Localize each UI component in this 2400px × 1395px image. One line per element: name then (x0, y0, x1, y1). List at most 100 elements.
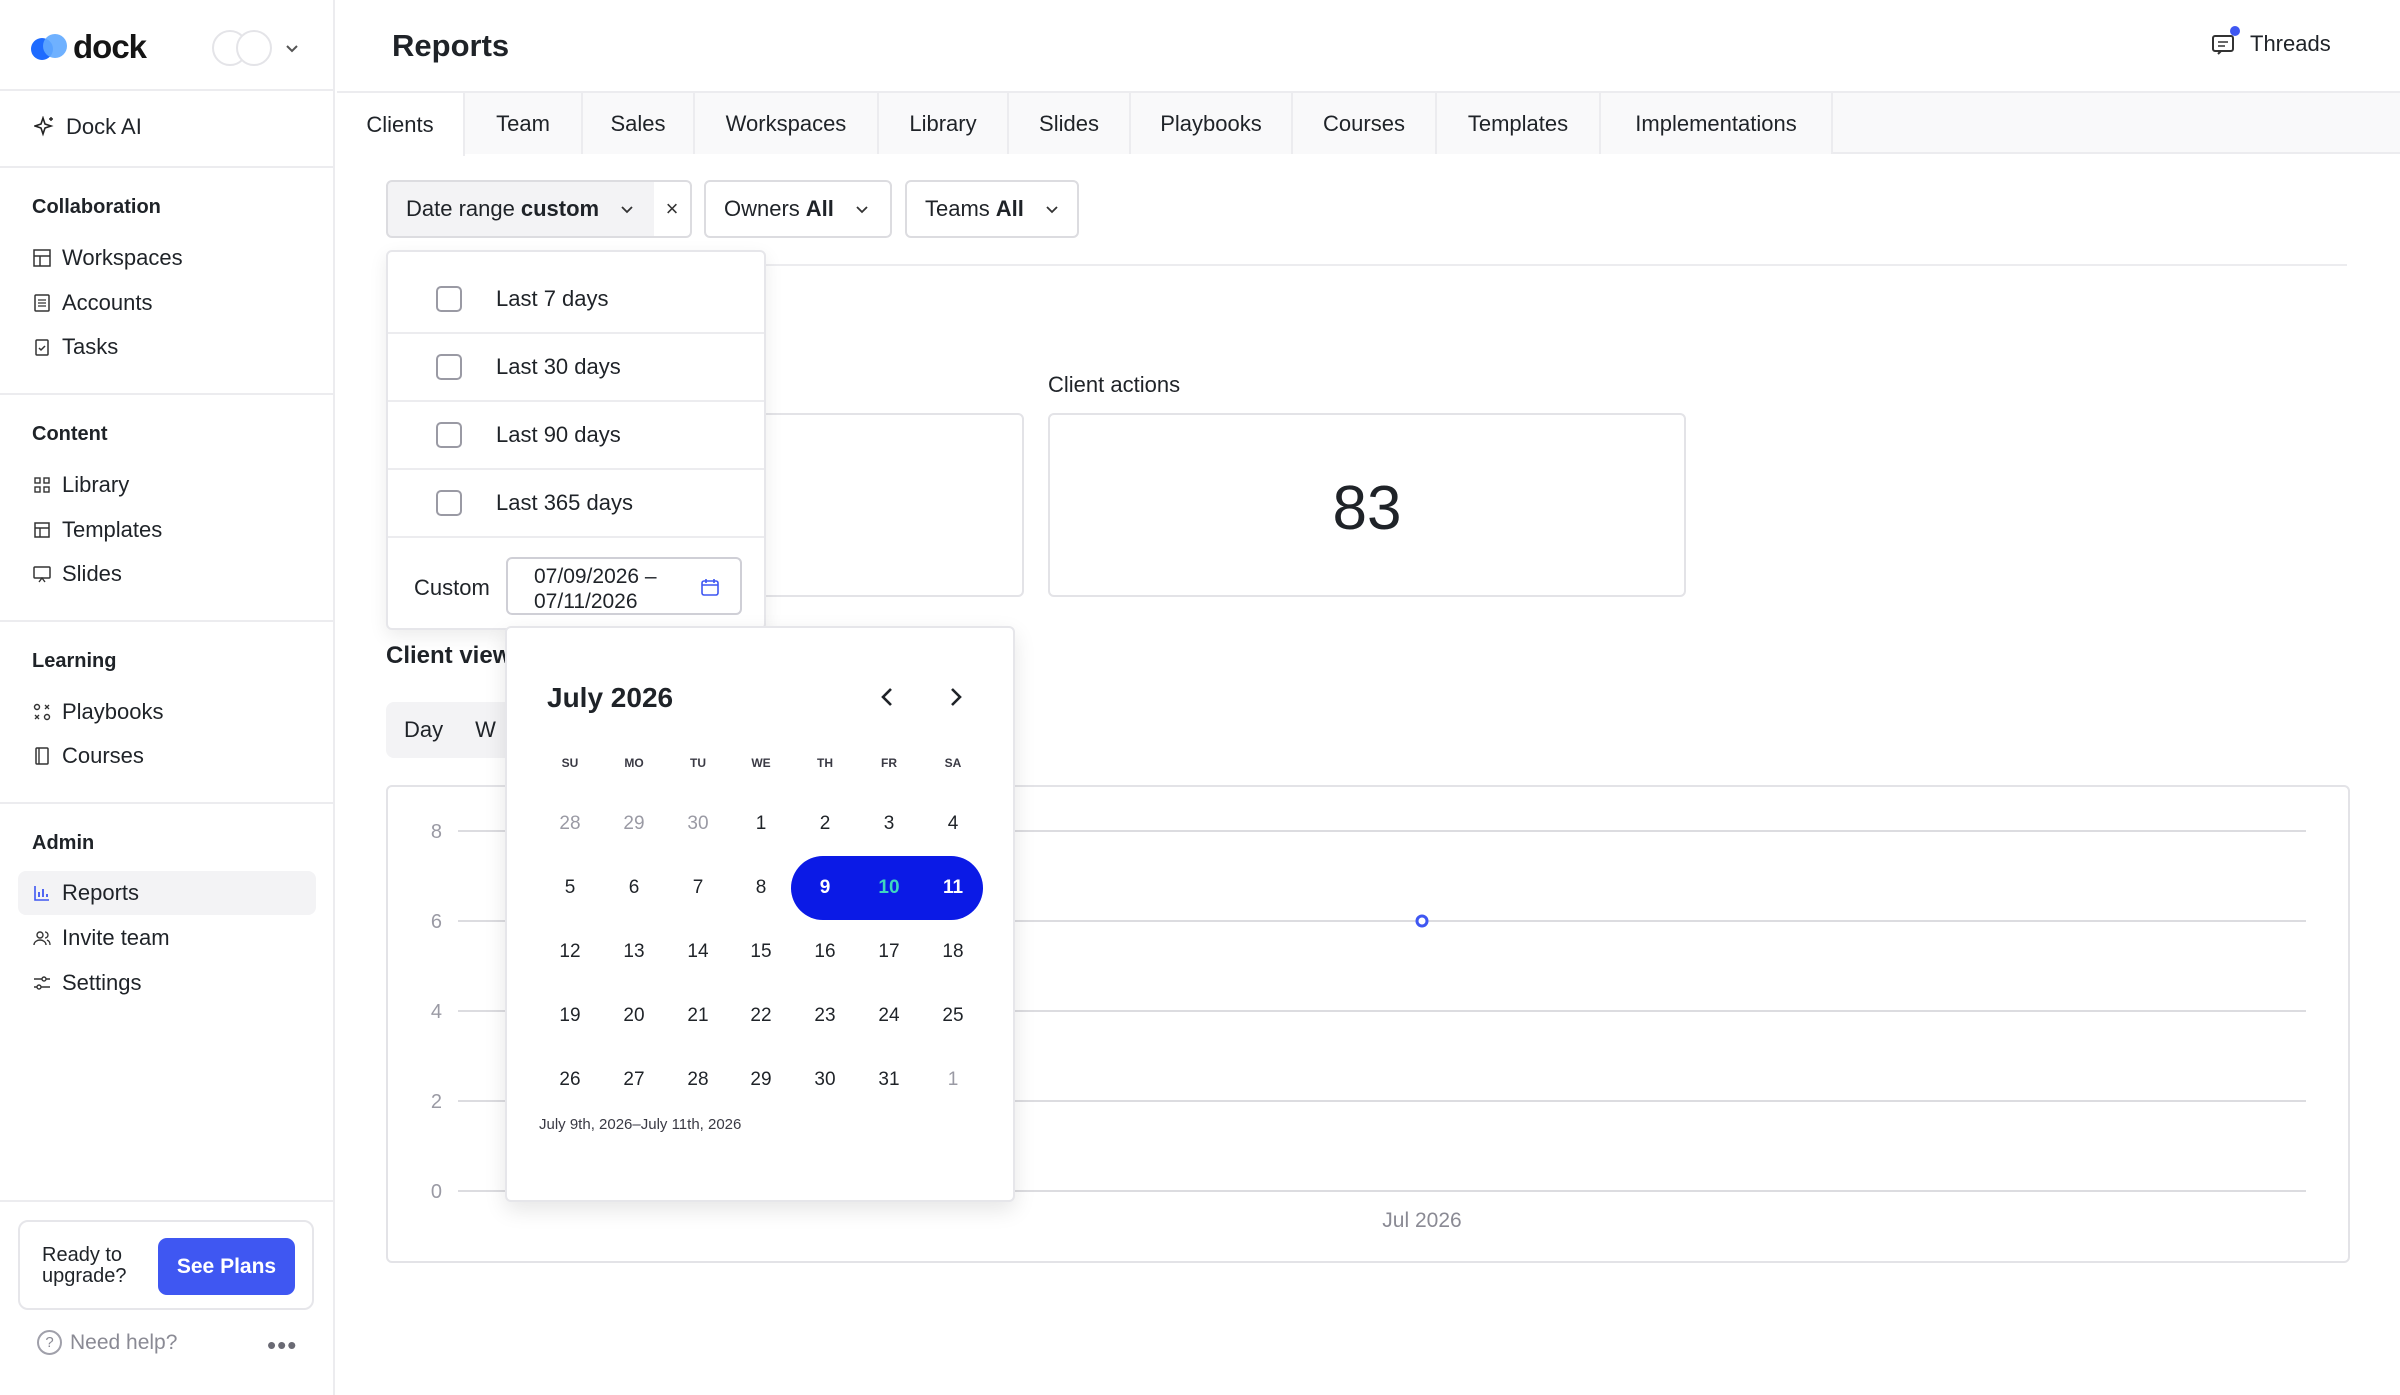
calendar-day[interactable]: 29 (729, 1048, 793, 1112)
segment-week[interactable]: W (475, 717, 496, 743)
sidebar-item-courses[interactable]: Courses (32, 739, 144, 773)
calendar-day[interactable]: 15 (729, 920, 793, 984)
calendar-day[interactable]: 13 (602, 920, 666, 984)
calendar-day[interactable]: 18 (921, 920, 985, 984)
calendar-day[interactable]: 30 (666, 792, 730, 856)
sidebar-item-dock-ai[interactable]: Dock AI (34, 114, 142, 140)
calendar-day[interactable]: 20 (602, 984, 666, 1048)
tab-courses[interactable]: Courses (1293, 93, 1437, 154)
sidebar-item-playbooks[interactable]: Playbooks (32, 695, 164, 729)
owners-filter[interactable]: Owners All (704, 180, 892, 238)
calendar-day[interactable]: 2 (793, 792, 857, 856)
tab-implementations[interactable]: Implementations (1601, 93, 1833, 154)
tab-templates[interactable]: Templates (1437, 93, 1601, 154)
data-point[interactable] (1415, 914, 1429, 928)
clipboard-check-icon (35, 339, 49, 356)
weekday-label: WE (751, 756, 771, 770)
sidebar-item-settings[interactable]: Settings (32, 966, 142, 1000)
brand-logo[interactable]: dock (31, 28, 147, 66)
teams-filter[interactable]: Teams All (905, 180, 1079, 238)
next-month-button[interactable] (938, 680, 972, 714)
y-tick-label: 8 (431, 821, 442, 843)
threads-button[interactable]: Threads (2210, 26, 2331, 58)
divider (0, 393, 333, 395)
calendar-day[interactable]: 19 (538, 984, 602, 1048)
sidebar-item-slides[interactable]: Slides (32, 557, 122, 591)
sidebar-item-accounts[interactable]: Accounts (32, 286, 153, 320)
date-range-dropdown: Last 7 days Last 30 days Last 90 days La… (386, 250, 766, 630)
calendar-day[interactable]: 1 (921, 1048, 985, 1112)
calendar-day[interactable]: 29 (602, 792, 666, 856)
sidebar-item-library[interactable]: Library (32, 468, 129, 502)
calendar-day[interactable]: 4 (921, 792, 985, 856)
sidebar-item-label: Playbooks (62, 699, 164, 724)
option-label: Last 7 days (496, 286, 609, 311)
calendar-day[interactable]: 21 (666, 984, 730, 1048)
date-range-value: 07/09/2026 – 07/11/2026 (534, 564, 657, 614)
report-tabs: Clients Team Sales Workspaces Library Sl… (337, 91, 2400, 156)
more-options-icon[interactable]: ••• (267, 1330, 297, 1361)
see-plans-button[interactable]: See Plans (158, 1238, 295, 1295)
tab-library[interactable]: Library (879, 93, 1009, 154)
calendar-day[interactable]: 22 (729, 984, 793, 1048)
calendar-day[interactable]: 12 (538, 920, 602, 984)
calendar-day[interactable]: 31 (857, 1048, 921, 1112)
weekday-label: TH (817, 756, 833, 770)
option-last-30-days[interactable]: Last 30 days (388, 334, 764, 402)
calendar-day[interactable]: 1 (729, 792, 793, 856)
clear-date-filter-button[interactable]: × (654, 180, 692, 238)
calendar-day[interactable]: 7 (666, 856, 730, 920)
sidebar-item-workspaces[interactable]: Workspaces (32, 241, 183, 275)
calendar-day[interactable]: 23 (793, 984, 857, 1048)
sidebar-item-tasks[interactable]: Tasks (32, 330, 118, 364)
calendar-day[interactable]: 10 (857, 856, 921, 920)
question-icon: ? (37, 1330, 62, 1355)
tab-playbooks[interactable]: Playbooks (1131, 93, 1293, 154)
tab-slides[interactable]: Slides (1009, 93, 1131, 154)
option-last-90-days[interactable]: Last 90 days (388, 402, 764, 470)
calendar-day[interactable]: 30 (793, 1048, 857, 1112)
tab-workspaces[interactable]: Workspaces (695, 93, 879, 154)
divider (0, 1200, 333, 1202)
calendar-day[interactable]: 28 (538, 792, 602, 856)
calendar-day[interactable]: 14 (666, 920, 730, 984)
date-range-filter[interactable]: Date range custom (386, 180, 656, 238)
tab-team[interactable]: Team (465, 93, 583, 154)
calendar-day[interactable]: 28 (666, 1048, 730, 1112)
tab-sales[interactable]: Sales (583, 93, 695, 154)
calendar-day[interactable]: 17 (857, 920, 921, 984)
tab-clients[interactable]: Clients (337, 93, 465, 156)
sidebar-item-reports[interactable]: Reports (18, 871, 316, 915)
calendar-day[interactable]: 27 (602, 1048, 666, 1112)
calendar-day[interactable]: 16 (793, 920, 857, 984)
calendar-day[interactable]: 24 (857, 984, 921, 1048)
option-last-7-days[interactable]: Last 7 days (388, 266, 764, 334)
custom-date-input[interactable]: 07/09/2026 – 07/11/2026 (506, 557, 742, 615)
sidebar-item-templates[interactable]: Templates (32, 513, 162, 547)
segment-day[interactable]: Day (404, 717, 443, 743)
calendar-day[interactable]: 6 (602, 856, 666, 920)
calendar-day[interactable]: 9 (793, 856, 857, 920)
help-link[interactable]: ? Need help? (37, 1330, 177, 1355)
section-title-admin: Admin (32, 832, 95, 854)
calendar-icon[interactable] (700, 577, 720, 597)
calendar-day[interactable]: 5 (538, 856, 602, 920)
previous-month-button[interactable] (871, 680, 905, 714)
sparkle-icon (34, 116, 54, 137)
y-tick-label: 6 (431, 911, 442, 933)
calendar-day[interactable]: 25 (921, 984, 985, 1048)
calendar-day[interactable]: 3 (857, 792, 921, 856)
calendar-day[interactable]: 8 (729, 856, 793, 920)
checkbox[interactable] (436, 490, 462, 516)
option-last-365-days[interactable]: Last 365 days (388, 470, 764, 538)
calendar-day[interactable]: 26 (538, 1048, 602, 1112)
checkbox[interactable] (436, 422, 462, 448)
sidebar-item-invite-team[interactable]: Invite team (32, 921, 170, 955)
checkbox[interactable] (436, 286, 462, 312)
chevron-left-icon (881, 688, 892, 706)
calendar-day[interactable]: 11 (921, 856, 985, 920)
sliders-icon (34, 976, 50, 990)
filter-value: All (805, 196, 834, 221)
checkbox[interactable] (436, 354, 462, 380)
workspace-switcher[interactable] (212, 30, 302, 66)
